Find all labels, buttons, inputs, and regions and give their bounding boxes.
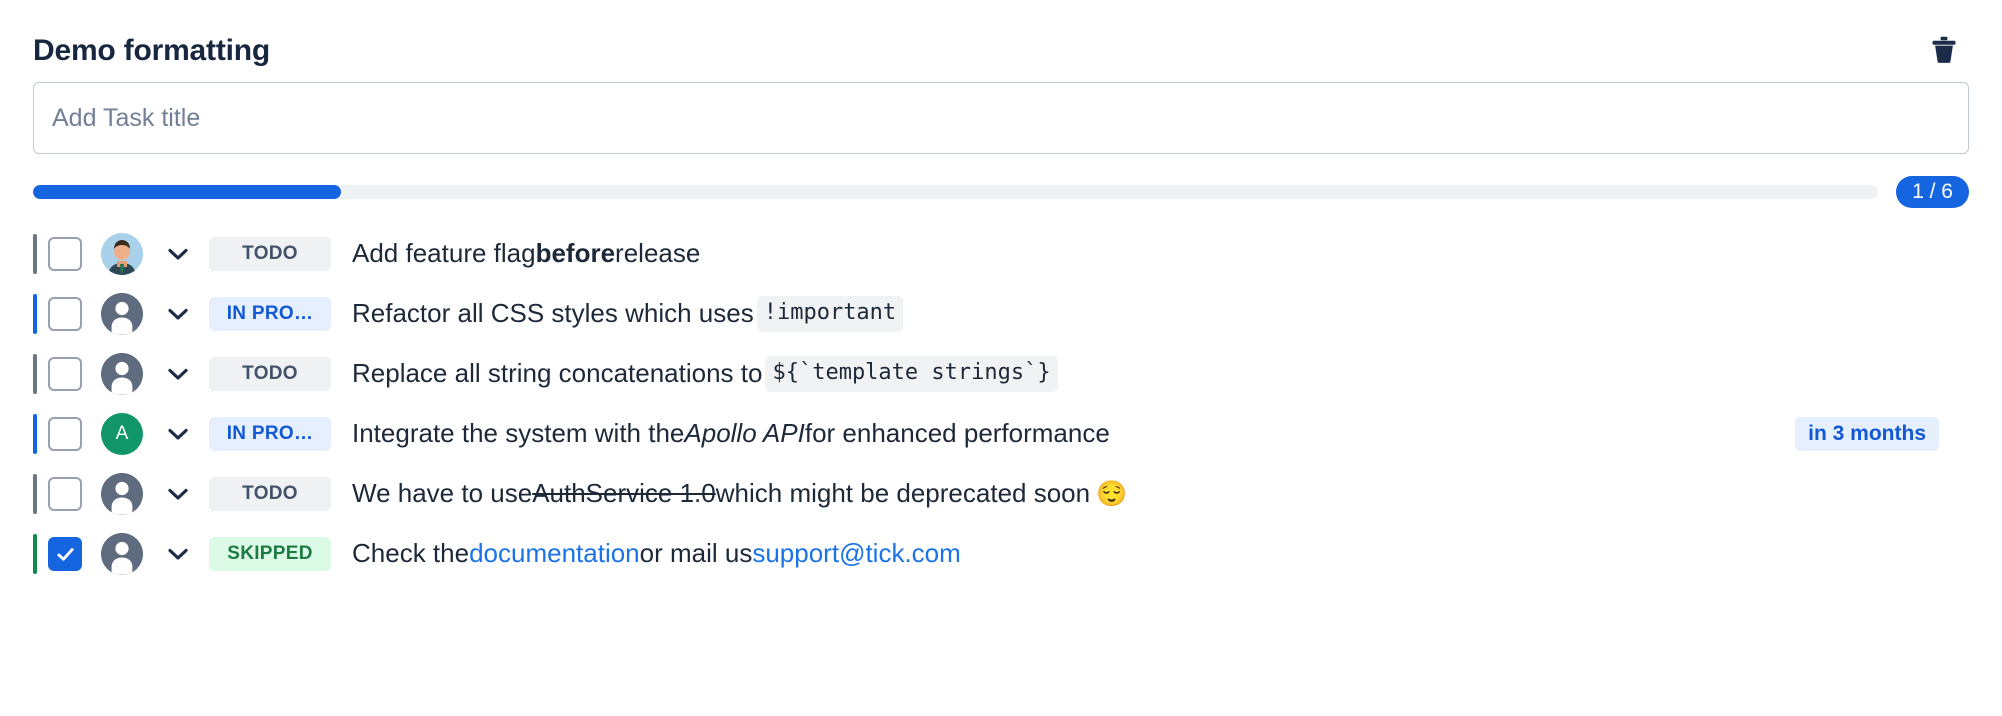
task-checkbox[interactable] xyxy=(48,297,82,331)
status-badge[interactable]: IN PRO… xyxy=(209,297,331,331)
task-list: TODO Add feature flag before release IN … xyxy=(0,208,2002,584)
status-badge[interactable]: TODO xyxy=(209,237,331,271)
chevron-down-icon[interactable] xyxy=(163,239,193,269)
task-text-part: We have to use xyxy=(352,478,533,509)
avatar[interactable]: A xyxy=(101,413,143,455)
task-text-part: Refactor all CSS styles which uses xyxy=(352,298,754,329)
row-status-bar xyxy=(33,534,37,574)
task-title: Check the documentation or mail us suppo… xyxy=(352,538,961,569)
task-inline-code: !important xyxy=(756,296,904,332)
app-header: Demo formatting xyxy=(0,0,2002,76)
chevron-down-icon[interactable] xyxy=(163,359,193,389)
task-checkbox[interactable] xyxy=(48,477,82,511)
task-text-part: or mail us xyxy=(639,538,753,569)
table-row[interactable]: TODO Add feature flag before release xyxy=(33,224,1969,284)
avatar[interactable] xyxy=(101,353,143,395)
status-badge[interactable]: SKIPPED xyxy=(209,537,331,571)
task-text-italic: Apollo API xyxy=(684,418,805,449)
task-text-part: Add feature flag xyxy=(352,238,536,269)
task-checkbox[interactable] xyxy=(48,537,82,571)
status-badge[interactable]: TODO xyxy=(209,357,331,391)
task-text-part: Replace all string concatenations to xyxy=(352,358,763,389)
task-text-part: Integrate the system with the xyxy=(352,418,685,449)
delete-list-button[interactable] xyxy=(1922,29,1966,73)
documentation-link[interactable]: documentation xyxy=(469,538,640,569)
task-checkbox[interactable] xyxy=(48,417,82,451)
status-badge[interactable]: IN PRO… xyxy=(209,417,331,451)
task-text-part: Check the xyxy=(352,538,470,569)
task-text-part: release xyxy=(615,238,701,269)
progress-fill xyxy=(33,185,342,199)
progress-counter-badge: 1 / 6 xyxy=(1896,176,1969,208)
page-title: Demo formatting xyxy=(33,34,271,67)
avatar[interactable] xyxy=(101,473,143,515)
add-task-row xyxy=(0,76,2002,154)
status-badge[interactable]: TODO xyxy=(209,477,331,511)
row-status-bar xyxy=(33,354,37,394)
table-row[interactable]: TODO Replace all string concatenations t… xyxy=(33,344,1969,404)
task-text-part: which might be deprecated soon xyxy=(715,478,1091,509)
avatar-initial: A xyxy=(115,423,129,444)
row-status-bar xyxy=(33,474,37,514)
add-task-input[interactable] xyxy=(33,82,1969,154)
task-title: Refactor all CSS styles which uses !impor… xyxy=(352,296,906,332)
task-text-part: for enhanced performance xyxy=(804,418,1110,449)
due-date-badge: in 3 months xyxy=(1795,417,1939,451)
avatar[interactable] xyxy=(101,293,143,335)
table-row[interactable]: A IN PRO… Integrate the system with the … xyxy=(33,404,1969,464)
trash-icon xyxy=(1930,35,1958,68)
chevron-down-icon[interactable] xyxy=(163,539,193,569)
support-email-link[interactable]: support@tick.com xyxy=(752,538,960,569)
row-status-bar xyxy=(33,234,37,274)
chevron-down-icon[interactable] xyxy=(163,419,193,449)
chevron-down-icon[interactable] xyxy=(163,479,193,509)
task-inline-code: ${`template strings`} xyxy=(765,356,1058,392)
task-title: Add feature flag before release xyxy=(352,238,700,269)
progress-track xyxy=(33,185,1879,199)
row-status-bar xyxy=(33,414,37,454)
task-text-strike: AuthService 1.0 xyxy=(532,478,716,509)
table-row[interactable]: IN PRO… Refactor all CSS styles which us… xyxy=(33,284,1969,344)
chevron-down-icon[interactable] xyxy=(163,299,193,329)
table-row[interactable]: SKIPPED Check the documentation or mail … xyxy=(33,524,1969,584)
relieved-face-emoji: 😌 xyxy=(1096,480,1128,508)
todo-app: Demo formatting 1 / 6 xyxy=(0,0,2002,716)
task-title: Integrate the system with the Apollo API… xyxy=(352,418,1110,449)
task-title: Replace all string concatenations to ${`t… xyxy=(352,356,1061,392)
avatar[interactable] xyxy=(101,233,143,275)
avatar[interactable] xyxy=(101,533,143,575)
task-checkbox[interactable] xyxy=(48,357,82,391)
task-text-bold: before xyxy=(535,238,616,269)
progress-row: 1 / 6 xyxy=(0,154,2002,208)
table-row[interactable]: TODO We have to use AuthService 1.0 whic… xyxy=(33,464,1969,524)
task-title: We have to use AuthService 1.0 which mig… xyxy=(352,478,1127,509)
task-checkbox[interactable] xyxy=(48,237,82,271)
row-status-bar xyxy=(33,294,37,334)
